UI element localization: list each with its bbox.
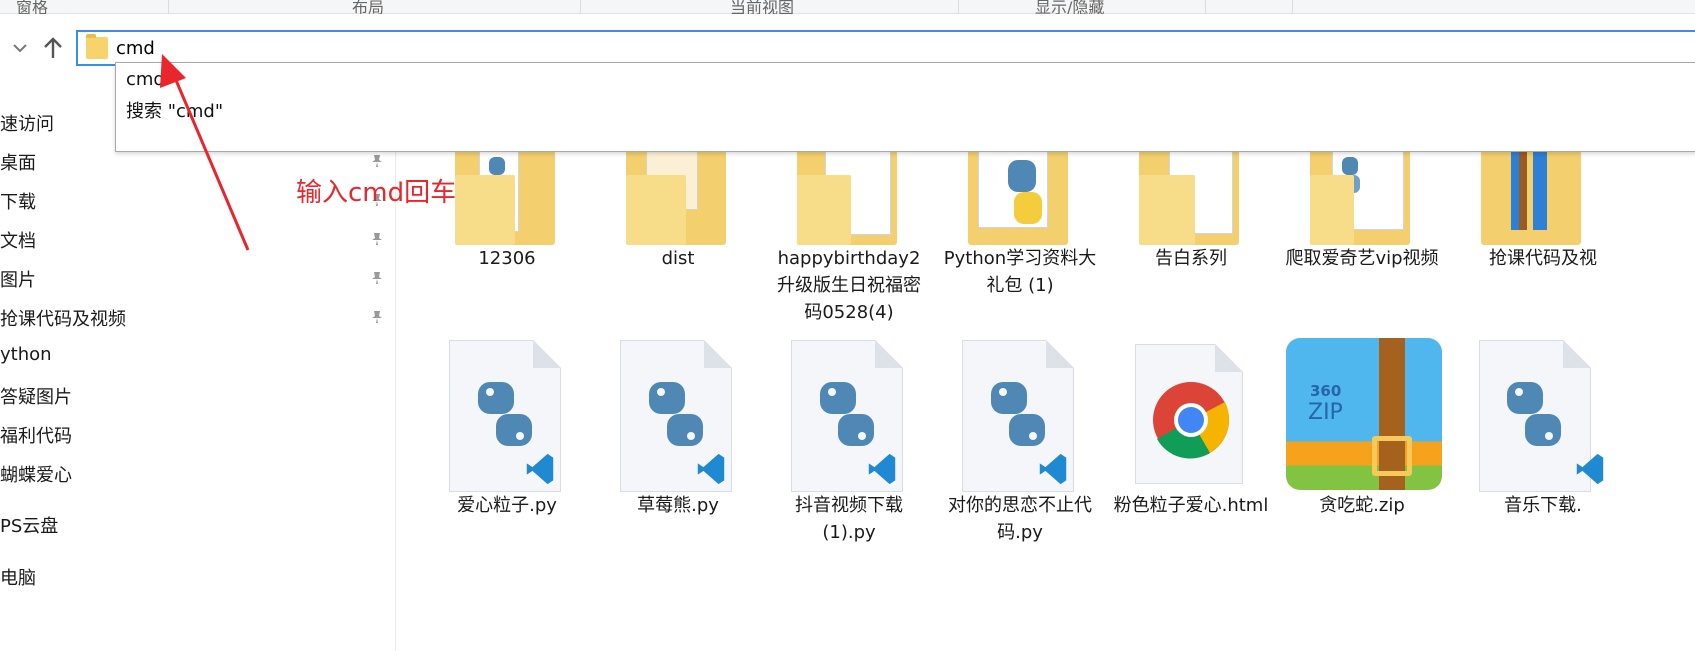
vscode-icon (1039, 453, 1067, 485)
folder-tile-12306[interactable]: 12306 (427, 150, 587, 280)
file-name: 抖音视频下载(1).py (795, 495, 903, 543)
vscode-icon (868, 453, 896, 485)
folder-icon (86, 34, 108, 59)
recent-locations-chevron-icon[interactable] (12, 42, 28, 54)
file-name: 爱心粒子.py (457, 495, 557, 516)
sidebar-item-wps-cloud[interactable]: PS云盘 (0, 512, 58, 538)
folder-front-panel (797, 175, 851, 245)
ribbon: 窗格 布局 当前视图 显示/隐藏 (0, 0, 1695, 17)
zip-buckle (1372, 436, 1412, 476)
chrome-logo-icon (1153, 382, 1230, 459)
folder-name: happybirthday2升级版生日祝福密码0528(4) (777, 248, 921, 323)
python-logo-icon (1008, 160, 1042, 224)
ribbon-divider (1292, 0, 1293, 14)
file-list-view: 12306 dist happybirthday2升级版生日祝福密码0528(4… (397, 150, 1695, 651)
ribbon-divider (958, 0, 959, 14)
pin-icon[interactable] (370, 232, 384, 246)
file-tile-douyin-download[interactable]: 抖音视频下载(1).py (769, 340, 929, 560)
folder-front-panel (1310, 175, 1354, 245)
ribbon-divider (168, 0, 169, 14)
annotation-text: 输入cmd回车 (296, 178, 457, 208)
address-bar[interactable] (76, 30, 1695, 66)
python-logo-icon (991, 382, 1045, 446)
address-autocomplete-dropdown: cmd 搜索 "cmd" (115, 62, 1695, 152)
sidebar-item-bonus-code[interactable]: 福利代码 (0, 422, 72, 448)
up-arrow-icon[interactable] (42, 36, 64, 60)
file-name: 草莓熊.py (637, 495, 719, 516)
folder-name: Python学习资料大礼包 (1) (943, 248, 1097, 296)
vscode-icon (1576, 453, 1604, 485)
folder-tile-dist[interactable]: dist (598, 150, 758, 280)
python-logo-icon (649, 382, 703, 446)
sidebar-item-downloads[interactable]: 下载 (0, 188, 36, 214)
file-tile-heart-particles[interactable]: 爱心粒子.py (427, 340, 587, 540)
ribbon-divider (1205, 0, 1206, 14)
annotation-arrow-icon (160, 54, 250, 251)
folder-tile-course-code[interactable]: 抢课代码及视 (1453, 150, 1613, 300)
folder-tile-confession-series[interactable]: 告白系列 (1111, 150, 1271, 280)
folder-archive-icon (1481, 150, 1581, 245)
folder-tile-happybirthday2[interactable]: happybirthday2升级版生日祝福密码0528(4) (769, 150, 929, 330)
folder-name: 12306 (478, 248, 536, 269)
sidebar-item-qa-images[interactable]: 答疑图片 (0, 383, 72, 409)
file-name: 音乐下载. (1504, 495, 1582, 516)
sidebar-item-documents[interactable]: 文档 (0, 227, 36, 253)
file-tile-lotso[interactable]: 草莓熊.py (598, 340, 758, 540)
python-logo-icon (478, 382, 532, 446)
python-logo-icon (820, 382, 874, 446)
archive-strap (1519, 150, 1527, 230)
file-name: 粉色粒子爱心.html (1113, 495, 1269, 516)
pin-icon[interactable] (370, 310, 384, 324)
sidebar-item-quick-access[interactable]: 速访问 (0, 110, 54, 136)
file-tile-music-download[interactable]: 音乐下载. (1453, 340, 1613, 540)
sidebar-item-desktop[interactable]: 桌面 (0, 149, 36, 175)
file-tile-missing-you-code[interactable]: 对你的思恋不止代码.py (940, 340, 1100, 560)
folder-tile-python-materials[interactable]: Python学习资料大礼包 (1) (940, 150, 1100, 300)
pin-icon[interactable] (370, 154, 384, 168)
ribbon-divider (580, 0, 581, 14)
folder-name: 告白系列 (1155, 248, 1227, 269)
vscode-icon (526, 453, 554, 485)
folder-name: dist (661, 248, 695, 269)
file-tile-pink-particles-html[interactable]: 粉色粒子爱心.html (1111, 340, 1271, 560)
folder-tile-iqiyi-vip[interactable]: 爬取爱奇艺vip视频 (1282, 150, 1442, 300)
python-logo-icon (1507, 382, 1561, 446)
archive-stripe (1533, 150, 1547, 230)
folder-name: 抢课代码及视 (1489, 248, 1597, 269)
folder-front-panel (455, 175, 515, 245)
sidebar-item-this-pc[interactable]: 电脑 (0, 564, 36, 590)
folder-front-panel (626, 175, 686, 245)
pin-icon[interactable] (370, 271, 384, 285)
vscode-icon (697, 453, 725, 485)
sidebar-item-pictures[interactable]: 图片 (0, 266, 36, 292)
sidebar-item-python[interactable]: ython (0, 344, 52, 365)
sidebar-item-butterfly-heart[interactable]: 蝴蝶爱心 (0, 461, 72, 487)
file-name: 对你的思恋不止代码.py (948, 495, 1092, 543)
folder-name: 爬取爱奇艺vip视频 (1285, 248, 1439, 269)
folder-front-panel (1139, 175, 1195, 245)
zip-kind-text: ZIP (1308, 400, 1343, 425)
file-name: 贪吃蛇.zip (1319, 495, 1405, 516)
file-tile-snake-zip[interactable]: 360 ZIP 贪吃蛇.zip (1282, 338, 1442, 538)
sidebar-item-course-code[interactable]: 抢课代码及视频 (0, 305, 126, 331)
zip-brand-text: 360 (1310, 382, 1342, 400)
